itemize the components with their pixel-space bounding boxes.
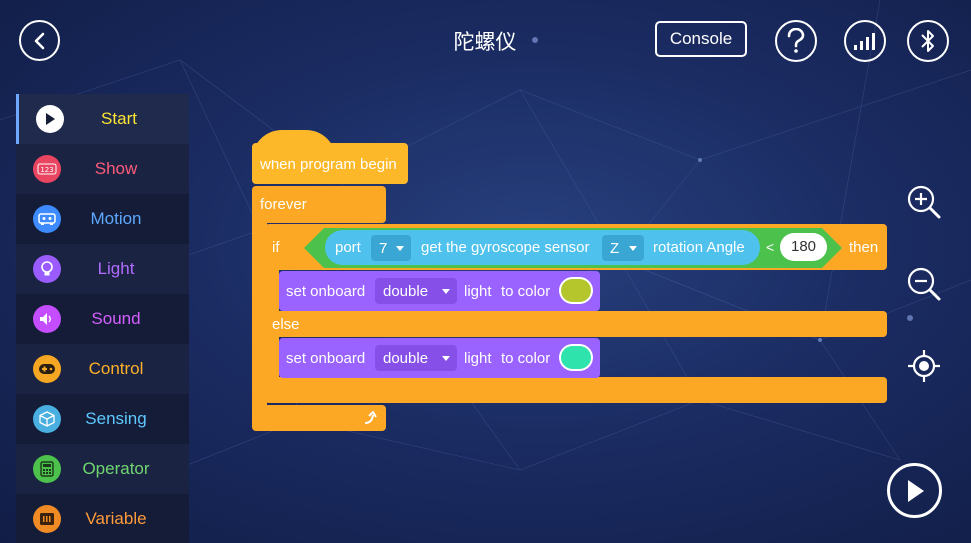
gyroscope-label: get the gyroscope sensor xyxy=(421,239,590,256)
play-icon xyxy=(36,105,64,133)
else-bar: else xyxy=(265,311,887,337)
compare-value: 180 xyxy=(790,238,817,255)
sidebar-item-show[interactable]: 123 Show xyxy=(16,144,189,194)
set-onboard-label: set onboard xyxy=(286,283,366,300)
light-label: light xyxy=(464,350,492,367)
gyroscope-sensor-block[interactable]: port 7 get the gyroscope sensor Z rotati… xyxy=(325,230,760,265)
rotation-angle-label: rotation Angle xyxy=(653,239,745,256)
color-swatch-picker[interactable] xyxy=(559,277,593,304)
forever-block[interactable]: forever xyxy=(252,186,386,223)
compare-operator: < xyxy=(766,239,775,255)
bulb-icon xyxy=(33,255,61,283)
color-swatch-picker[interactable] xyxy=(559,344,593,371)
set-onboard-label: set onboard xyxy=(286,350,366,367)
sidebar-item-label: Variable xyxy=(85,509,147,528)
chevron-left-icon xyxy=(34,32,44,49)
sidebar-item-label: Light xyxy=(97,259,135,278)
sidebar-item-control[interactable]: Control xyxy=(16,344,189,394)
zoom-in-button[interactable] xyxy=(906,184,942,220)
robot-icon xyxy=(33,205,61,233)
set-onboard-light-block[interactable]: set onboard double light to color xyxy=(279,338,600,378)
loop-arrow-icon xyxy=(364,411,377,424)
help-button[interactable] xyxy=(775,20,817,62)
play-icon xyxy=(907,479,924,502)
zoom-out-button[interactable] xyxy=(906,266,942,302)
else-label: else xyxy=(272,316,300,333)
recenter-button[interactable] xyxy=(906,348,942,384)
port-label: port xyxy=(335,239,361,256)
signal-button[interactable] xyxy=(844,20,886,62)
console-button[interactable]: Console xyxy=(655,21,747,57)
compare-value-input[interactable]: 180 xyxy=(780,233,827,261)
speaker-icon xyxy=(33,305,61,333)
signal-bars-icon xyxy=(854,33,875,50)
display-123-icon: 123 xyxy=(33,155,61,183)
question-mark-icon xyxy=(787,28,805,53)
sidebar-item-label: Show xyxy=(94,159,138,178)
led-target-value: double xyxy=(383,349,429,367)
sidebar-item-label: Sensing xyxy=(85,409,147,428)
sidebar-item-label: Sound xyxy=(91,309,141,328)
bluetooth-icon xyxy=(921,30,934,52)
to-color-label: to color xyxy=(501,350,551,367)
variable-box-icon xyxy=(33,505,61,533)
back-button[interactable] xyxy=(19,20,60,61)
sidebar-item-light[interactable]: Light xyxy=(16,244,189,294)
run-program-button[interactable] xyxy=(887,463,942,518)
chevron-down-icon xyxy=(442,289,450,294)
then-label: then xyxy=(849,239,879,256)
set-onboard-light-block[interactable]: set onboard double light to color xyxy=(279,271,600,311)
block-label: forever xyxy=(260,196,307,213)
bluetooth-button[interactable] xyxy=(907,20,949,62)
sidebar-item-sound[interactable]: Sound xyxy=(16,294,189,344)
cube-icon xyxy=(33,405,61,433)
axis-value: Z xyxy=(610,239,620,257)
sidebar-item-label: Control xyxy=(88,359,144,378)
sidebar-item-operator[interactable]: Operator xyxy=(16,444,189,494)
calculator-icon xyxy=(33,455,61,483)
light-label: light xyxy=(464,283,492,300)
led-target-dropdown[interactable]: double xyxy=(375,345,457,371)
sidebar-item-motion[interactable]: Motion xyxy=(16,194,189,244)
led-target-dropdown[interactable]: double xyxy=(375,278,457,304)
if-bottom xyxy=(265,377,887,403)
chevron-down-icon xyxy=(442,356,450,361)
sidebar-item-start[interactable]: Start xyxy=(16,94,189,144)
if-label: if xyxy=(272,239,280,256)
chevron-down-icon xyxy=(629,246,637,251)
forever-bottom xyxy=(252,405,386,431)
sidebar-item-label: Motion xyxy=(90,209,142,228)
to-color-label: to color xyxy=(501,283,551,300)
led-target-value: double xyxy=(383,282,429,300)
sidebar-item-label: Operator xyxy=(82,459,150,478)
gamepad-icon xyxy=(33,355,61,383)
category-sidebar: Start 123 Show Motion Light Sound Contro… xyxy=(16,94,189,543)
port-dropdown[interactable]: 7 xyxy=(371,235,411,261)
sidebar-item-variable[interactable]: Variable xyxy=(16,494,189,543)
sidebar-item-sensing[interactable]: Sensing xyxy=(16,394,189,444)
svg-text:123: 123 xyxy=(40,166,53,174)
axis-dropdown[interactable]: Z xyxy=(602,235,644,261)
chevron-down-icon xyxy=(396,246,404,251)
port-value: 7 xyxy=(379,239,388,257)
sidebar-item-label: Start xyxy=(101,109,137,128)
page-title: 陀螺仪 xyxy=(453,30,517,54)
